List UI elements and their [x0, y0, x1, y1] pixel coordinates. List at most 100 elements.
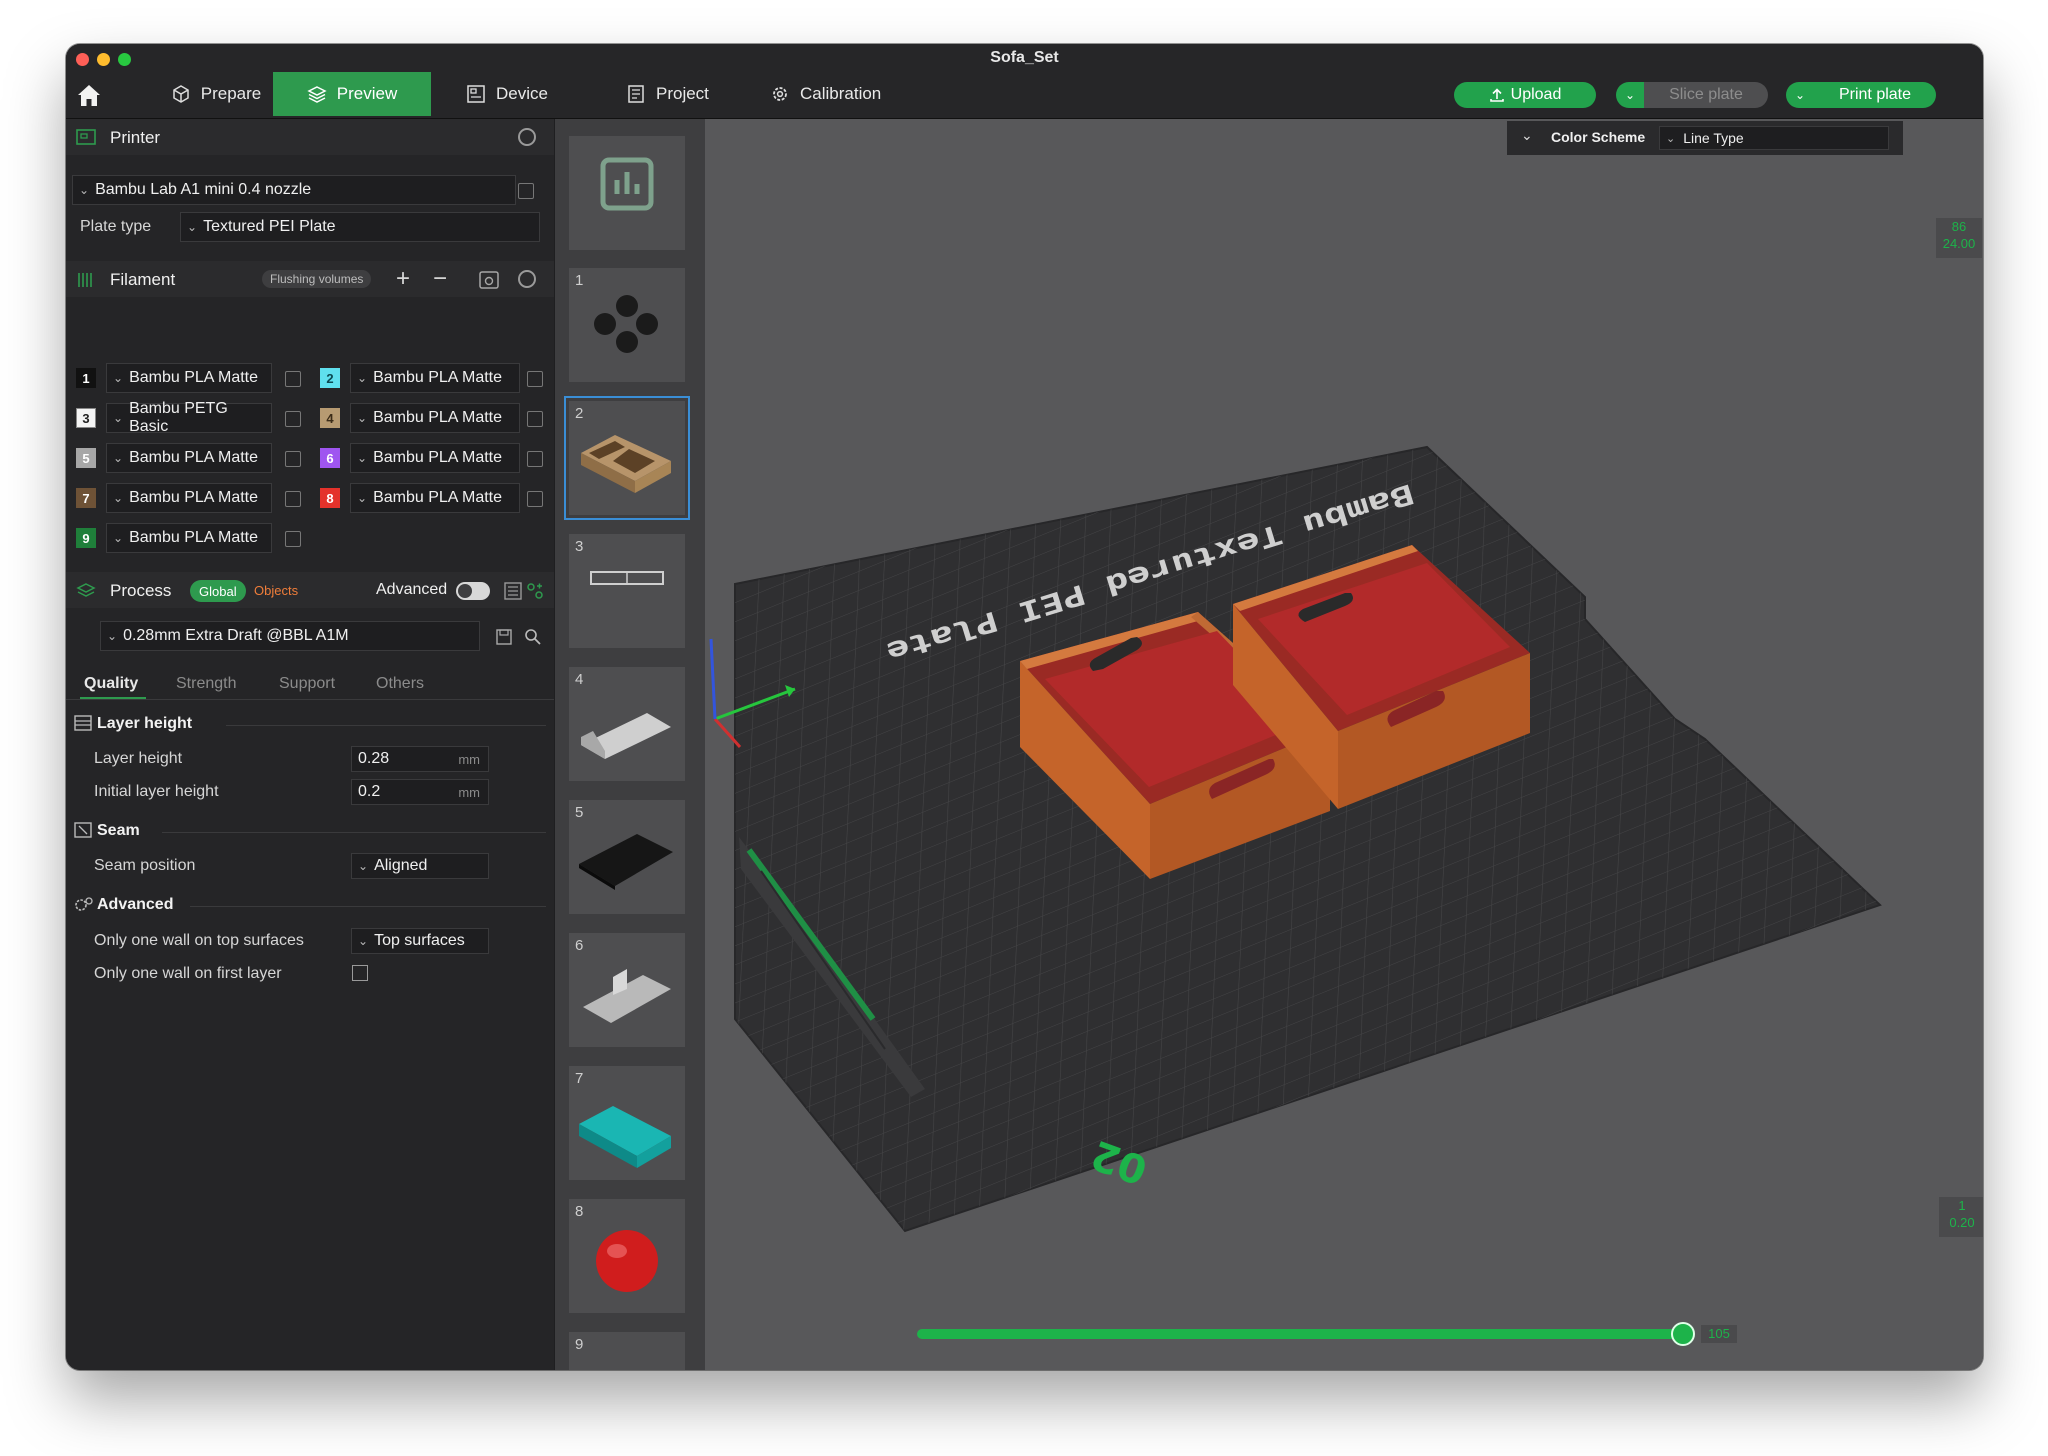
filament-5-swatch[interactable]: 5	[76, 448, 96, 468]
plate-thumbnail-5[interactable]: 5	[569, 800, 685, 914]
tab-preview[interactable]: Preview	[273, 72, 431, 116]
remove-filament-icon[interactable]: −	[433, 265, 447, 293]
plate-thumbnail-4[interactable]: 4	[569, 667, 685, 781]
filament-7-select[interactable]: ⌄ Bambu PLA Matte	[106, 483, 272, 513]
search-icon[interactable]	[524, 628, 542, 646]
printer-icon	[76, 129, 96, 145]
filament-2-select[interactable]: ⌄ Bambu PLA Matte	[350, 363, 520, 393]
filament-9-select[interactable]: ⌄ Bambu PLA Matte	[106, 523, 272, 553]
move-slider-handle[interactable]	[1671, 1322, 1695, 1346]
tab-quality[interactable]: Quality	[84, 675, 138, 693]
one-wall-first-checkbox[interactable]	[352, 965, 368, 981]
tab-project[interactable]: Project	[626, 72, 746, 116]
filament-3-select[interactable]: ⌄ Bambu PETG Basic	[106, 400, 272, 435]
plate-type-label: Plate type	[80, 218, 152, 235]
filament-1-select[interactable]: ⌄ Bambu PLA Matte	[106, 363, 272, 393]
plate-thumbnail-8[interactable]: 8	[569, 1199, 685, 1313]
3d-preview-viewport[interactable]: Bambu Textured PEI Plate 02 ⌄ Color Sche…	[705, 119, 1983, 1370]
printer-select[interactable]: ⌄ Bambu Lab A1 mini 0.4 nozzle	[72, 175, 516, 205]
flushing-volumes-button[interactable]: Flushing volumes	[262, 270, 372, 288]
printer-section-header[interactable]: Printer	[66, 119, 554, 155]
advanced-toggle[interactable]	[456, 582, 490, 600]
plate-4-model-preview	[581, 713, 671, 759]
filament-8-swatch[interactable]: 8	[320, 488, 340, 508]
filament-9-swatch[interactable]: 9	[76, 528, 96, 548]
layers-icon	[307, 86, 327, 103]
object-settings-icon[interactable]	[526, 582, 544, 600]
plate-thumbnail-list: 1 2 3 4 5 6 7 8 9	[555, 119, 705, 1370]
save-preset-icon[interactable]	[496, 629, 512, 645]
one-wall-top-select[interactable]: ⌄ Top surfaces	[351, 928, 489, 954]
plate-thumbnail-9[interactable]: 9	[569, 1332, 685, 1370]
printer-settings-gear-icon[interactable]	[518, 128, 536, 146]
collapse-chevron-icon[interactable]: ⌄	[1521, 127, 1533, 144]
move-slider-track[interactable]	[917, 1329, 1689, 1339]
filament-6-name: Bambu PLA Matte	[373, 449, 503, 466]
filament-section-label: Filament	[110, 270, 176, 289]
slice-dropdown-button[interactable]: ⌄	[1616, 82, 1644, 108]
filament-2-swatch[interactable]: 2	[320, 368, 340, 388]
upload-label: Upload	[1510, 86, 1562, 103]
filament-2-edit-icon[interactable]	[527, 371, 543, 387]
tab-strength[interactable]: Strength	[176, 675, 236, 693]
color-scheme-label: Color Scheme	[1551, 129, 1646, 145]
print-dropdown-button[interactable]: ⌄	[1786, 82, 1814, 108]
compare-list-icon[interactable]	[504, 582, 522, 600]
chevron-down-icon: ⌄	[113, 491, 124, 505]
plate-thumbnail-2[interactable]: 2	[564, 396, 690, 520]
slice-plate-button[interactable]: Slice plate	[1644, 82, 1768, 108]
filament-5-select[interactable]: ⌄ Bambu PLA Matte	[106, 443, 272, 473]
filament-9-edit-icon[interactable]	[285, 531, 301, 547]
filament-1-swatch[interactable]: 1	[76, 368, 96, 388]
tab-prepare[interactable]: Prepare	[146, 72, 286, 116]
tab-device[interactable]: Device	[466, 72, 586, 116]
filament-6-edit-icon[interactable]	[527, 451, 543, 467]
tab-calibration[interactable]: Calibration	[770, 72, 920, 116]
filament-7-edit-icon[interactable]	[285, 491, 301, 507]
filament-3-number: 3	[82, 410, 90, 426]
filament-4-swatch[interactable]: 4	[320, 408, 340, 428]
filament-section-header[interactable]: Filament Flushing volumes + −	[66, 261, 554, 297]
filament-settings-gear-icon[interactable]	[518, 270, 536, 288]
filament-8-select[interactable]: ⌄ Bambu PLA Matte	[350, 483, 520, 513]
chevron-down-icon: ⌄	[358, 934, 369, 948]
filament-5-edit-icon[interactable]	[285, 451, 301, 467]
group-divider	[162, 832, 546, 833]
plate-thumbnail-7[interactable]: 7	[569, 1066, 685, 1180]
plate-8-model-preview	[596, 1230, 658, 1292]
group-divider	[190, 906, 546, 907]
filament-3-swatch[interactable]: 3	[76, 408, 96, 428]
filament-9-name: Bambu PLA Matte	[129, 529, 259, 546]
print-plate-button[interactable]: Print plate	[1814, 82, 1936, 108]
printer-edit-icon[interactable]	[518, 183, 534, 199]
tab-others[interactable]: Others	[376, 675, 424, 693]
layer-bottom-number: 1	[1958, 1198, 1966, 1213]
layer-height-input[interactable]: 0.28 mm	[351, 746, 489, 772]
plate-overview-thumbnail[interactable]	[569, 136, 685, 250]
tab-support[interactable]: Support	[279, 675, 335, 693]
plate-thumbnail-6[interactable]: 6	[569, 933, 685, 1047]
filament-7-swatch[interactable]: 7	[76, 488, 96, 508]
filament-4-edit-icon[interactable]	[527, 411, 543, 427]
objects-toggle-button[interactable]: Objects	[254, 583, 298, 598]
home-button[interactable]	[74, 80, 104, 110]
filament-8-edit-icon[interactable]	[527, 491, 543, 507]
plate-thumbnail-3[interactable]: 3	[569, 534, 685, 648]
global-toggle-button[interactable]: Global	[190, 580, 246, 602]
filament-6-swatch[interactable]: 6	[320, 448, 340, 468]
upload-button[interactable]: Upload	[1454, 82, 1596, 108]
plate-thumbnail-1[interactable]: 1	[569, 268, 685, 382]
filament-6-select[interactable]: ⌄ Bambu PLA Matte	[350, 443, 520, 473]
color-scheme-select[interactable]: ⌄ Line Type	[1659, 126, 1889, 150]
chevron-down-icon: ⌄	[357, 491, 368, 505]
seam-position-select[interactable]: ⌄ Aligned	[351, 853, 489, 879]
sync-ams-icon[interactable]	[479, 271, 499, 289]
filament-7-number: 7	[82, 490, 90, 506]
add-filament-icon[interactable]: +	[396, 265, 410, 293]
filament-3-edit-icon[interactable]	[285, 411, 301, 427]
plate-type-select[interactable]: ⌄ Textured PEI Plate	[180, 212, 540, 242]
process-preset-select[interactable]: ⌄ 0.28mm Extra Draft @BBL A1M	[100, 621, 480, 651]
filament-1-edit-icon[interactable]	[285, 371, 301, 387]
filament-4-select[interactable]: ⌄ Bambu PLA Matte	[350, 403, 520, 433]
initial-layer-height-input[interactable]: 0.2 mm	[351, 779, 489, 805]
